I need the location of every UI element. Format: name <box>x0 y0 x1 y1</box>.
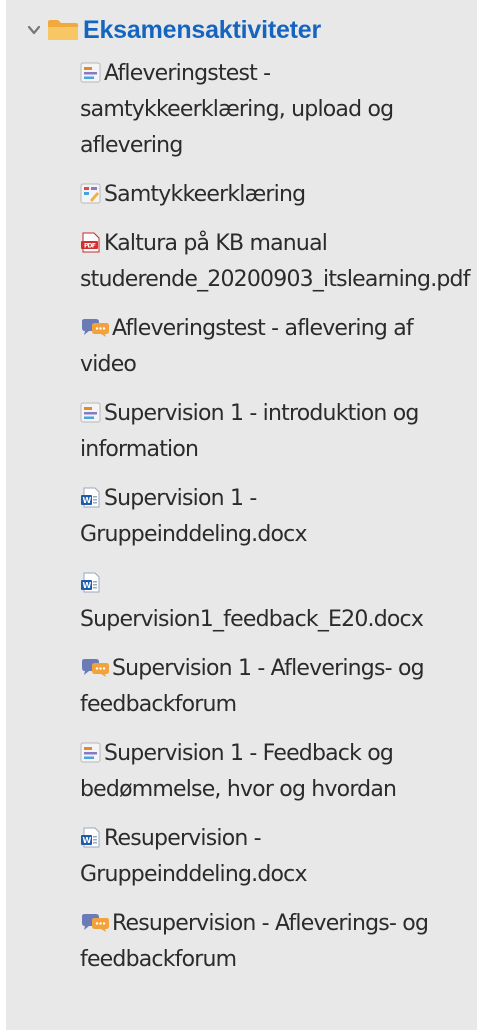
word-icon: W <box>80 827 101 848</box>
item-label[interactable]: Samtykkeerklæring <box>104 182 306 207</box>
assignment-icon <box>80 742 101 763</box>
assignment-icon <box>80 62 101 83</box>
section-title[interactable]: Eksamensaktiviteter <box>83 16 321 45</box>
assignment-icon <box>80 402 101 423</box>
svg-text:W: W <box>82 581 91 590</box>
list-item[interactable]: Samtykkeerklæring <box>80 177 474 213</box>
list-item[interactable]: Resupervision - Afleverings- og feedback… <box>80 906 474 978</box>
list-item[interactable]: W Resupervision - Gruppeinddeling.docx <box>80 821 474 893</box>
list-item[interactable]: W Supervision1_feedback_E20.docx <box>80 566 474 638</box>
item-label[interactable]: Supervision 1 - Gruppeinddeling.docx <box>80 486 308 547</box>
forum-icon <box>80 317 111 338</box>
list-item[interactable]: W Supervision 1 - Gruppeinddeling.docx <box>80 481 474 553</box>
item-label[interactable]: Supervision1_feedback_E20.docx <box>80 607 424 632</box>
item-label[interactable]: Supervision 1 - Afleverings- og feedback… <box>80 656 425 717</box>
feedback-icon <box>80 183 101 204</box>
word-icon: W <box>80 487 101 508</box>
item-label[interactable]: Afleveringstest - samtykkeerklæring, upl… <box>80 61 394 158</box>
svg-text:W: W <box>82 496 91 505</box>
item-label[interactable]: Kaltura på KB manual studerende_20200903… <box>80 231 470 292</box>
svg-text:PDF: PDF <box>84 243 96 250</box>
item-label[interactable]: Afleveringstest - aflevering af video <box>80 316 414 377</box>
section-header[interactable]: Eksamensaktiviteter <box>27 14 321 46</box>
svg-text:W: W <box>82 836 91 845</box>
chevron-down-icon[interactable] <box>27 23 41 37</box>
list-item[interactable]: Supervision 1 - introduktion og informat… <box>80 396 474 468</box>
pdf-icon: PDF <box>80 232 101 253</box>
list-item[interactable]: Supervision 1 - Feedback og bedømmelse, … <box>80 736 474 808</box>
list-item[interactable]: Supervision 1 - Afleverings- og feedback… <box>80 651 474 723</box>
list-item[interactable]: Afleveringstest - samtykkeerklæring, upl… <box>80 56 474 164</box>
item-label[interactable]: Resupervision - Gruppeinddeling.docx <box>80 826 308 887</box>
folder-icon <box>47 19 79 41</box>
forum-icon <box>80 657 111 678</box>
word-icon: W <box>80 572 101 593</box>
activity-list: Afleveringstest - samtykkeerklæring, upl… <box>80 56 474 991</box>
list-item[interactable]: Afleveringstest - aflevering af video <box>80 311 474 383</box>
item-label[interactable]: Supervision 1 - Feedback og bedømmelse, … <box>80 741 397 802</box>
item-label[interactable]: Resupervision - Afleverings- og feedback… <box>80 911 429 972</box>
list-item[interactable]: PDF Kaltura på KB manual studerende_2020… <box>80 226 474 298</box>
item-label[interactable]: Supervision 1 - introduktion og informat… <box>80 401 419 462</box>
forum-icon <box>80 912 111 933</box>
